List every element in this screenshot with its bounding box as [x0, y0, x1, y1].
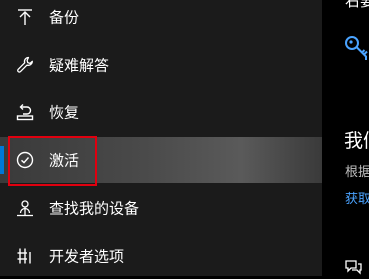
- help-chat-icon[interactable]: [344, 258, 362, 276]
- sidebar-item-recovery[interactable]: 恢复: [0, 89, 322, 135]
- selection-indicator: [0, 146, 4, 174]
- sidebar-item-find-my-device[interactable]: 查找我的设备: [0, 185, 322, 231]
- key-icon: [345, 36, 368, 60]
- activation-content-pane: 右要 我们 根据 获取: [322, 0, 369, 276]
- sidebar-item-troubleshoot[interactable]: 疑难解答: [0, 42, 322, 88]
- person-location-icon: [14, 197, 36, 219]
- section-heading: 我们: [344, 130, 369, 152]
- get-link[interactable]: 获取: [345, 188, 369, 207]
- recovery-icon: [14, 101, 36, 123]
- wrench-icon: [14, 54, 36, 76]
- arrow-up-icon: [14, 6, 36, 28]
- developer-icon: [14, 245, 36, 267]
- sidebar-item-label: 疑难解答: [49, 56, 110, 75]
- settings-sidebar: 备份 疑难解答 恢复 激活 查找我的设备 开发者选项: [0, 0, 322, 276]
- sidebar-item-label: 开发者选项: [49, 247, 125, 266]
- section-text: 右要: [345, 0, 369, 10]
- sidebar-item-label: 恢复: [49, 103, 80, 122]
- annotation-highlight-box: [8, 136, 97, 186]
- sidebar-item-label: 查找我的设备: [49, 199, 140, 218]
- sidebar-item-developer-options[interactable]: 开发者选项: [0, 233, 322, 279]
- sidebar-item-label: 备份: [49, 8, 80, 27]
- description-text: 根据: [345, 165, 369, 180]
- sidebar-item-backup[interactable]: 备份: [0, 0, 322, 40]
